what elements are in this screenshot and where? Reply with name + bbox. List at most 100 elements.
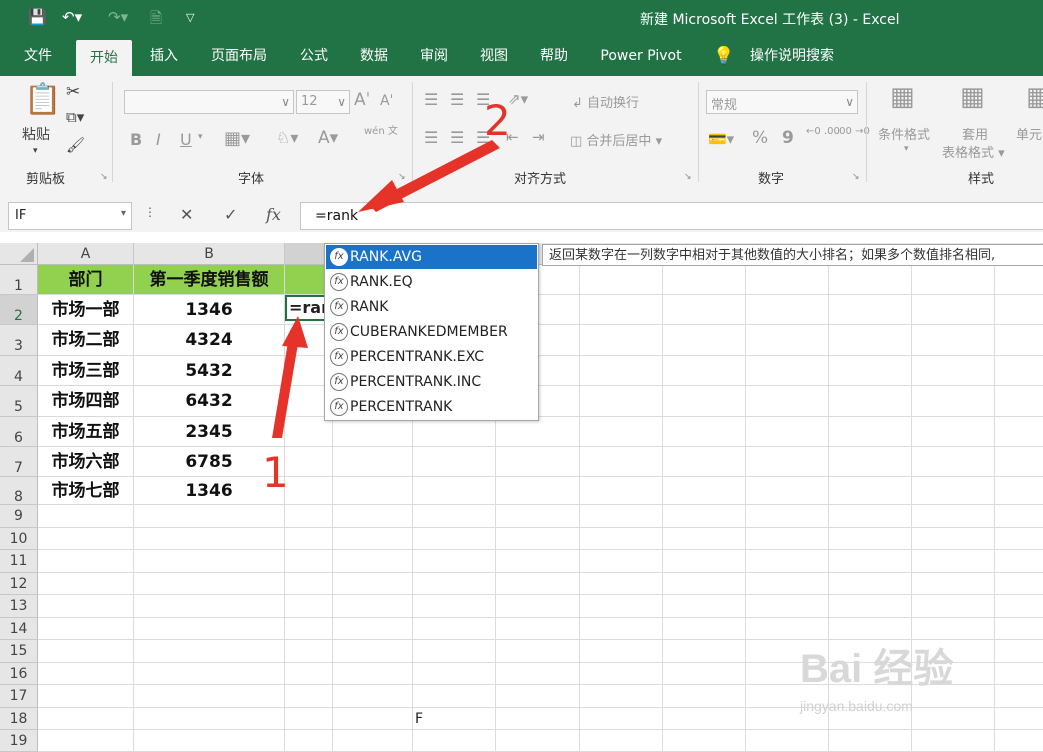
tab-data[interactable]: 数据	[350, 36, 398, 76]
department-cell[interactable]: 市场一部	[38, 295, 134, 325]
accounting-format-icon[interactable]: 💳▾	[708, 130, 734, 148]
name-box-dropdown-icon[interactable]: ▾	[121, 208, 126, 219]
row-header[interactable]: 2	[0, 295, 38, 325]
font-size-combo[interactable]: 12 ∨	[296, 90, 350, 114]
align-top-icon[interactable]: ☰	[424, 90, 438, 109]
insert-function-icon[interactable]: fx	[266, 205, 281, 224]
underline-dropdown-icon[interactable]: ▾	[198, 132, 203, 142]
function-autocomplete-list[interactable]: fx RANK.AVG fx RANK.EQ fx RANK fx CUBERANKEDMEM…	[324, 243, 539, 421]
tab-view[interactable]: 视图	[470, 36, 518, 76]
number-launcher-icon[interactable]: ↘	[852, 172, 860, 182]
row-header[interactable]: 12	[0, 573, 38, 595]
cut-icon[interactable]: ✂	[66, 82, 80, 102]
header-cell[interactable]: 部门	[38, 265, 134, 295]
customize-qat-icon[interactable]: ▽	[186, 11, 194, 24]
tab-power-pivot[interactable]: Power Pivot	[592, 36, 690, 76]
merge-center-button[interactable]: ◫ 合并后居中 ▾	[570, 130, 662, 149]
department-cell[interactable]: 市场五部	[38, 417, 134, 447]
conditional-format-icon[interactable]: ▦	[890, 82, 915, 112]
department-cell[interactable]: 市场六部	[38, 447, 134, 477]
cell-styles-button[interactable]: 单元	[1016, 124, 1042, 143]
department-cell[interactable]: 市场七部	[38, 477, 134, 505]
save-icon[interactable]: 💾	[28, 8, 47, 26]
department-cell[interactable]: 市场二部	[38, 325, 134, 356]
format-painter-icon[interactable]: 🖌	[66, 136, 85, 154]
decrease-decimal-button[interactable]: .00 →0	[836, 126, 870, 137]
sales-cell[interactable]: 6432	[134, 386, 285, 417]
tab-file[interactable]: 文件	[12, 36, 64, 76]
row-header[interactable]: 9	[0, 505, 38, 528]
orientation-icon[interactable]: ⇗▾	[508, 90, 528, 108]
name-box[interactable]: IF ▾	[8, 202, 132, 230]
header-cell[interactable]: 第一季度销售额	[134, 265, 285, 295]
column-header-b[interactable]: B	[134, 243, 285, 265]
bold-button[interactable]: B	[130, 130, 142, 149]
tab-page-layout[interactable]: 页面布局	[200, 36, 278, 76]
font-launcher-icon[interactable]: ↘	[398, 172, 406, 182]
row-header[interactable]: 13	[0, 595, 38, 618]
tab-formulas[interactable]: 公式	[290, 36, 338, 76]
formula-input[interactable]: =rank	[300, 202, 1043, 230]
grow-font-icon[interactable]: Aˈ	[354, 90, 370, 110]
autocomplete-item[interactable]: fx RANK.AVG	[326, 245, 537, 269]
format-as-table-icon[interactable]: ▦	[960, 82, 985, 112]
increase-decimal-button[interactable]: ←0 .00	[806, 126, 840, 137]
row-header[interactable]: 11	[0, 550, 38, 573]
department-cell[interactable]: 市场三部	[38, 356, 134, 386]
font-name-combo[interactable]: ∨	[124, 90, 294, 114]
copy-icon[interactable]: ⧉▾	[66, 108, 84, 126]
redo-icon[interactable]: ↷▾	[108, 8, 128, 26]
undo-icon[interactable]: ↶▾	[62, 8, 82, 26]
tab-insert[interactable]: 插入	[140, 36, 188, 76]
phonetic-button[interactable]: wén 文	[364, 126, 398, 137]
increase-indent-icon[interactable]: ⇥	[532, 128, 545, 146]
sales-cell[interactable]: 5432	[134, 356, 285, 386]
autocomplete-item[interactable]: fx CUBERANKEDMEMBER	[326, 320, 537, 344]
conditional-format-dropdown-icon[interactable]: ▾	[904, 144, 909, 154]
clipboard-launcher-icon[interactable]: ↘	[100, 172, 108, 182]
comma-style-button[interactable]: 9	[782, 128, 794, 148]
align-middle-icon[interactable]: ☰	[450, 90, 464, 109]
print-preview-icon[interactable]: 🗎	[150, 8, 162, 33]
paste-dropdown-icon[interactable]: ▾	[33, 146, 38, 156]
alignment-launcher-icon[interactable]: ↘	[684, 172, 692, 182]
cell-styles-icon[interactable]: ▦	[1026, 82, 1043, 112]
align-left-icon[interactable]: ☰	[424, 128, 438, 147]
wrap-text-button[interactable]: ↲ 自动换行	[572, 92, 639, 111]
row-header[interactable]: 5	[0, 386, 38, 417]
row-header[interactable]: 1	[0, 265, 38, 295]
enter-icon[interactable]: ✓	[224, 205, 237, 224]
percent-button[interactable]: %	[752, 128, 768, 148]
row-header[interactable]: 18	[0, 708, 38, 730]
clipboard-icon[interactable]: 📋	[24, 82, 61, 117]
sales-cell[interactable]: 4324	[134, 325, 285, 356]
select-all-corner[interactable]	[0, 243, 38, 265]
fill-color-icon[interactable]: ♘▾	[276, 128, 298, 147]
italic-button[interactable]: I	[156, 130, 161, 149]
row-header[interactable]: 10	[0, 528, 38, 550]
tab-home[interactable]: 开始	[76, 40, 132, 80]
shrink-font-icon[interactable]: Aˈ	[380, 93, 393, 109]
autocomplete-item[interactable]: fx PERCENTRANK.EXC	[326, 345, 537, 369]
row-header[interactable]: 17	[0, 685, 38, 708]
underline-button[interactable]: U	[180, 130, 192, 149]
format-as-table-label[interactable]: 表格格式 ▾	[942, 142, 1005, 161]
autocomplete-item[interactable]: fx PERCENTRANK	[326, 395, 537, 419]
row-header[interactable]: 4	[0, 356, 38, 386]
borders-icon[interactable]: ▦▾	[224, 128, 250, 149]
row-header[interactable]: 15	[0, 640, 38, 663]
department-cell[interactable]: 市场四部	[38, 386, 134, 417]
sales-cell[interactable]: 1346	[134, 295, 285, 325]
tab-review[interactable]: 审阅	[410, 36, 458, 76]
column-header-a[interactable]: A	[38, 243, 134, 265]
row-header[interactable]: 8	[0, 477, 38, 505]
format-as-table-button[interactable]: 套用	[962, 124, 988, 143]
number-format-combo[interactable]: 常规 ∨	[706, 90, 858, 114]
conditional-format-button[interactable]: 条件格式	[878, 124, 930, 143]
autocomplete-item[interactable]: fx PERCENTRANK.INC	[326, 370, 537, 394]
cancel-icon[interactable]: ✕	[180, 205, 193, 224]
row-header[interactable]: 7	[0, 447, 38, 477]
row-header[interactable]: 16	[0, 663, 38, 685]
font-color-button[interactable]: A▾	[318, 128, 338, 148]
sales-cell[interactable]: 2345	[134, 417, 285, 447]
